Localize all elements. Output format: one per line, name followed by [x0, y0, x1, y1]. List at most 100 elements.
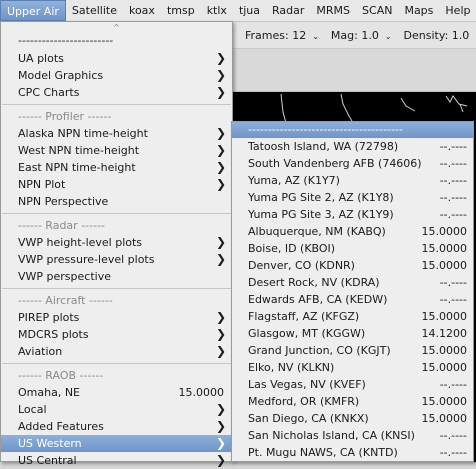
menu-item-label: VWP perspective	[18, 270, 111, 283]
menu-item-aviation[interactable]: Aviation ❯	[1, 343, 232, 360]
station-item[interactable]: Pt. Mugu NAWS, CA (KNTD) --.----	[232, 444, 473, 461]
chevron-right-icon: ❯	[215, 453, 226, 467]
menu-item-npn-plot[interactable]: NPN Plot ❯	[1, 176, 232, 193]
station-value: --.----	[439, 276, 467, 289]
menu-item-label: NPN Plot	[18, 178, 66, 191]
menu-scan[interactable]: SCAN	[356, 0, 398, 21]
station-value: --.----	[439, 378, 467, 391]
station-item[interactable]: Grand Junction, CO (KGJT) 15.0000	[232, 342, 473, 359]
chevron-right-icon: ❯	[215, 126, 226, 140]
station-value: 14.1200	[421, 327, 468, 340]
station-item[interactable]: San Nicholas Island, CA (KNSI) --.----	[232, 427, 473, 444]
station-item[interactable]: Albuquerque, NM (KABQ) 15.0000	[232, 223, 473, 240]
station-item[interactable]: San Diego, CA (KNKX) 15.0000	[232, 410, 473, 427]
menu-mrms[interactable]: MRMS	[310, 0, 356, 21]
station-value: 15.0000	[421, 259, 468, 272]
chevron-right-icon: ❯	[215, 68, 226, 82]
menu-item-label: PIREP plots	[18, 311, 80, 324]
menu-ktlx[interactable]: ktlx	[201, 0, 233, 21]
upper-air-menu: ^ ------------------------ UA plots ❯ Mod…	[0, 21, 233, 467]
menu-item-local[interactable]: Local ❯	[1, 401, 232, 418]
station-name: Grand Junction, CO (KGJT)	[248, 344, 391, 357]
station-item[interactable]: South Vandenberg AFB (74606) --.----	[232, 155, 473, 172]
secondary-toolbar	[231, 49, 476, 92]
station-value: 15.0000	[421, 361, 468, 374]
menu-tmsp[interactable]: tmsp	[161, 0, 201, 21]
station-value: --.----	[439, 191, 467, 204]
station-value: 15.0000	[421, 310, 468, 323]
station-item[interactable]: Glasgow, MT (KGGW) 14.1200	[232, 325, 473, 342]
submenu-tearoff[interactable]: ---------------------------------------	[232, 122, 473, 138]
menu-item-added-features[interactable]: Added Features ❯	[1, 418, 232, 435]
menu-item-label: VWP height-level plots	[18, 236, 143, 249]
station-value: --.----	[439, 293, 467, 306]
mag-label: Mag: 1.0	[330, 28, 379, 42]
station-item[interactable]: Denver, CO (KDNR) 15.0000	[232, 257, 473, 274]
station-item[interactable]: Yuma, AZ (K1Y7) --.----	[232, 172, 473, 189]
scroll-up-arrow-icon[interactable]: ^	[1, 22, 232, 34]
menu-upper-air-label: Upper Air	[7, 5, 59, 18]
menu-radar[interactable]: Radar	[266, 0, 310, 21]
menu-item-pirep[interactable]: PIREP plots ❯	[1, 309, 232, 326]
menu-item-cpc-charts[interactable]: CPC Charts ❯	[1, 84, 232, 101]
menu-item-label: MDCRS plots	[18, 328, 89, 341]
menu-item-west-npn[interactable]: West NPN time-height ❯	[1, 142, 232, 159]
station-item[interactable]: Yuma PG Site 3, AZ (K1Y9) --.----	[232, 206, 473, 223]
chevron-down-icon: ⌄	[312, 31, 319, 41]
menu-item-vwp-height[interactable]: VWP height-level plots ❯	[1, 234, 232, 251]
menu-item-label: US Western	[18, 437, 82, 450]
menu-item-label: East NPN time-height	[18, 161, 136, 174]
menu-upper-air[interactable]: Upper Air	[0, 0, 66, 21]
menu-item-ua-plots[interactable]: UA plots ❯	[1, 50, 232, 67]
station-item[interactable]: Tatoosh Island, WA (72798) --.----	[232, 138, 473, 155]
chevron-right-icon: ❯	[215, 143, 226, 157]
menu-tjua[interactable]: tjua	[233, 0, 266, 21]
chevron-right-icon: ❯	[215, 344, 226, 358]
display-toolbar: Frames: 12 ⌄ Mag: 1.0 ⌄ Density: 1.0⌄	[231, 22, 476, 49]
station-item[interactable]: Las Vegas, NV (KVEF) --.----	[232, 376, 473, 393]
menu-help[interactable]: Help	[439, 0, 476, 21]
station-item[interactable]: Elko, NV (KLKN) 15.0000	[232, 359, 473, 376]
station-value: --.----	[439, 446, 467, 459]
station-item[interactable]: Desert Rock, NV (KDRA) --.----	[232, 274, 473, 291]
menu-maps[interactable]: Maps	[398, 0, 439, 21]
station-name: Albuquerque, NM (KABQ)	[248, 225, 386, 238]
station-item[interactable]: Boise, ID (KBOI) 15.0000	[232, 240, 473, 257]
menu-koax[interactable]: koax	[123, 0, 161, 21]
menu-item-vwp-perspective[interactable]: VWP perspective	[1, 268, 232, 285]
station-item[interactable]: Flagstaff, AZ (KFGZ) 15.0000	[232, 308, 473, 325]
menu-item-east-npn[interactable]: East NPN time-height ❯	[1, 159, 232, 176]
station-name: Elko, NV (KLKN)	[248, 361, 335, 374]
station-name: San Diego, CA (KNKX)	[248, 412, 369, 425]
density-label: Density: 1.0	[403, 28, 470, 42]
menu-item-npn-perspective[interactable]: NPN Perspective	[1, 193, 232, 210]
station-name: Yuma PG Site 3, AZ (K1Y9)	[248, 208, 394, 221]
density-combo[interactable]: Density: 1.0⌄	[404, 29, 476, 42]
menu-item-us-central[interactable]: US Central ❯	[1, 452, 232, 469]
station-item[interactable]: Yuma PG Site 2, AZ (K1Y8) --.----	[232, 189, 473, 206]
menu-item-alaska-npn[interactable]: Alaska NPN time-height ❯	[1, 125, 232, 142]
station-item[interactable]: Edwards AFB, CA (KEDW) --.----	[232, 291, 473, 308]
station-name: South Vandenberg AFB (74606)	[248, 157, 422, 170]
chevron-right-icon: ❯	[215, 402, 226, 416]
menu-item-label: West NPN time-height	[18, 144, 140, 157]
menu-item-label: US Central	[18, 454, 77, 467]
frames-combo[interactable]: Frames: 12 ⌄	[245, 29, 319, 42]
menu-item-omaha[interactable]: Omaha, NE 15.0000	[1, 384, 232, 401]
menu-item-vwp-pressure[interactable]: VWP pressure-level plots ❯	[1, 251, 232, 268]
station-value: --.----	[439, 174, 467, 187]
tearoff-line[interactable]: ------------------------	[1, 34, 232, 50]
us-western-submenu: --------------------------------------- …	[231, 121, 474, 462]
mag-combo[interactable]: Mag: 1.0 ⌄	[331, 29, 392, 42]
tearoff-line: ---------------------------------------	[248, 123, 403, 136]
menu-satellite[interactable]: Satellite	[66, 0, 123, 21]
menu-item-us-western[interactable]: US Western ❯	[1, 435, 232, 452]
chevron-right-icon: ❯	[215, 252, 226, 266]
menu-separator	[2, 104, 231, 105]
station-name: San Nicholas Island, CA (KNSI)	[248, 429, 415, 442]
menu-item-model-graphics[interactable]: Model Graphics ❯	[1, 67, 232, 84]
menu-item-mdcrs[interactable]: MDCRS plots ❯	[1, 326, 232, 343]
chevron-right-icon: ❯	[215, 177, 226, 191]
menu-item-label: Aviation	[18, 345, 63, 358]
station-item[interactable]: Medford, OR (KMFR) 15.0000	[232, 393, 473, 410]
